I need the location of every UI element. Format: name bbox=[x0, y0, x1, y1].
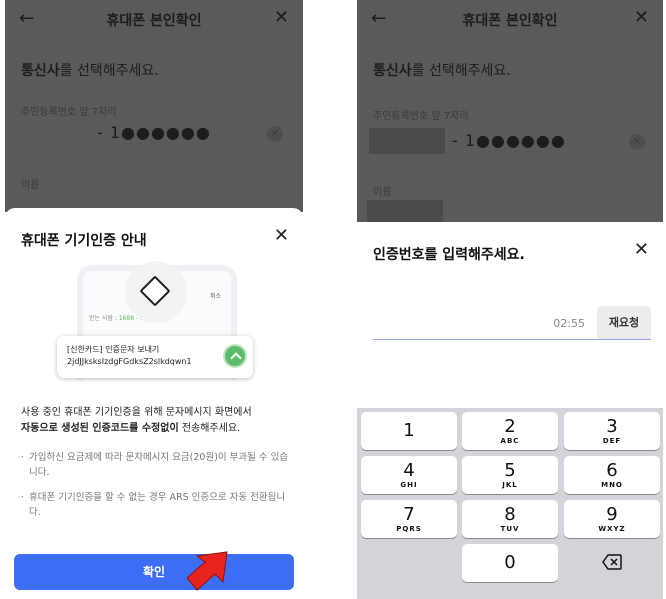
sheet-title: 휴대폰 기기인증 안내 bbox=[21, 233, 147, 249]
illustration-cancel-label: 취소 bbox=[209, 293, 221, 300]
key-7[interactable]: 7 PQRS bbox=[361, 500, 457, 538]
confirm-button[interactable]: 확인 bbox=[14, 554, 294, 590]
top-bar: ← 휴대폰 본인확인 ✕ bbox=[357, 0, 663, 40]
masked-name bbox=[367, 200, 443, 222]
sheet-close-icon[interactable]: ✕ bbox=[634, 239, 649, 260]
left-phone-screen: ← 휴대폰 본인확인 ✕ 통신사를 선택해주세요. 주민등록번호 앞 7자리 -… bbox=[5, 0, 303, 599]
description-rest: 전송해주세요. bbox=[178, 423, 241, 434]
carrier-heading: 통신사를 선택해주세요. bbox=[21, 60, 159, 80]
device-auth-sheet: 휴대폰 기기인증 안내 ✕ 취소 받는 사람 : 1688 - . [신한카드]… bbox=[5, 208, 303, 599]
verification-code-sheet: 인증번호를 입력해주세요. ✕ 02:55 재요청 1 2 ABC 3 DEF 4G… bbox=[357, 222, 663, 599]
key-8[interactable]: 8 TUV bbox=[462, 500, 558, 538]
sms-line-2: 2jdJJksksIzdgFGdksZ2slkdqwn1 bbox=[67, 357, 192, 366]
jumin-input[interactable]: - 1●●●●●● bbox=[97, 123, 211, 142]
send-arrow-icon bbox=[223, 344, 247, 368]
backspace-icon bbox=[602, 554, 622, 570]
description-bold: 자동으로 생성된 인증코드를 수정없이 bbox=[21, 423, 179, 434]
page-title: 휴대폰 본인확인 bbox=[106, 13, 202, 29]
key-0[interactable]: 0 bbox=[462, 544, 558, 582]
jumin-label: 주민등록번호 앞 7자리 bbox=[21, 107, 117, 118]
carrier-heading-bold: 통신사 bbox=[373, 63, 412, 79]
key-9[interactable]: 9 WXYZ bbox=[564, 500, 660, 538]
close-icon[interactable]: ✕ bbox=[634, 7, 649, 28]
right-phone-screen: ← 휴대폰 본인확인 ✕ 통신사를 선택해주세요. 주민등록번호 앞 7자리 -… bbox=[357, 0, 663, 599]
dimmed-background: ← 휴대폰 본인확인 ✕ 통신사를 선택해주세요. 주민등록번호 앞 7자리 -… bbox=[357, 0, 663, 222]
key-3[interactable]: 3 DEF bbox=[564, 412, 660, 450]
close-icon[interactable]: ✕ bbox=[274, 7, 289, 28]
description: 사용 중인 휴대폰 기기인증을 위해 문자메시지 화면에서 자동으로 생성된 인… bbox=[21, 405, 291, 437]
clear-icon[interactable]: × bbox=[267, 126, 283, 142]
key-2[interactable]: 2 ABC bbox=[462, 412, 558, 450]
page-title: 휴대폰 본인확인 bbox=[462, 13, 558, 29]
carrier-heading: 통신사를 선택해주세요. bbox=[373, 60, 511, 80]
carrier-heading-bold: 통신사 bbox=[21, 63, 60, 79]
clear-icon[interactable]: × bbox=[629, 134, 645, 150]
sheet-close-icon[interactable]: ✕ bbox=[274, 225, 289, 246]
sheet-title: 인증번호를 입력해주세요. bbox=[373, 247, 525, 263]
red-pointer-arrow-icon bbox=[186, 551, 228, 591]
resend-button[interactable]: 재요청 bbox=[597, 306, 651, 340]
sms-line-1: [신한카드] 인증문자 보내기 bbox=[67, 345, 160, 354]
carrier-heading-rest: 를 선택해주세요. bbox=[59, 63, 159, 79]
notice-bullet-2: 휴대폰 기기인증을 할 수 없는 경우 ARS 인증으로 자동 전환됩니다. bbox=[21, 490, 293, 520]
jumin-label: 주민등록번호 앞 7자리 bbox=[373, 111, 469, 122]
top-bar: ← 휴대폰 본인확인 ✕ bbox=[5, 0, 303, 40]
name-label: 이름 bbox=[373, 187, 392, 198]
key-5[interactable]: 5 JKL bbox=[462, 456, 558, 494]
key-4[interactable]: 4 GHI bbox=[361, 456, 457, 494]
key-1[interactable]: 1 bbox=[361, 412, 457, 450]
code-input[interactable] bbox=[373, 339, 651, 340]
numeric-keypad: 1 2 ABC 3 DEF 4 GHI 5 JKL 6 MNO 7 PQRS 8 TUV 9W… bbox=[357, 408, 663, 599]
jumin-input[interactable]: - 1●●●●●● bbox=[452, 131, 566, 150]
masked-field bbox=[369, 128, 445, 154]
carrier-heading-rest: 를 선택해주세요. bbox=[411, 63, 511, 79]
name-label: 이름 bbox=[21, 180, 40, 191]
dimmed-background: ← 휴대폰 본인확인 ✕ 통신사를 선택해주세요. 주민등록번호 앞 7자리 -… bbox=[5, 0, 303, 212]
notice-bullet-1: 가입하신 요금제에 따라 문자메시지 요금(20원)이 부과될 수 있습니다. bbox=[21, 450, 293, 480]
illustration-sender-prefix: 받는 사람 : bbox=[89, 315, 119, 322]
sms-preview-card: [신한카드] 인증문자 보내기 2jdJJksksIzdgFGdksZ2slkd… bbox=[57, 336, 253, 378]
key-6[interactable]: 6 MNO bbox=[564, 456, 660, 494]
backspace-key[interactable] bbox=[564, 544, 660, 582]
countdown-timer: 02:55 bbox=[553, 317, 585, 330]
description-line-1: 사용 중인 휴대폰 기기인증을 위해 문자메시지 화면에서 bbox=[21, 407, 252, 418]
